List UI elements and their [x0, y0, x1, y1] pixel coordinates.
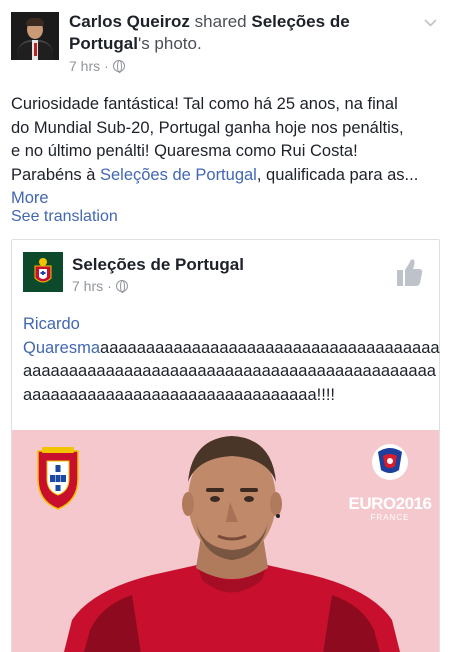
post-text: Curiosidade fantástica! Tal como há 25 a… [11, 93, 441, 211]
shared-post-card[interactable]: Seleções de Portugal 7 hrs · Ricardo Quar… [11, 239, 440, 652]
post-action-suffix: 's photo. [137, 34, 202, 53]
author-name[interactable]: Carlos Queiroz [69, 12, 190, 31]
player-mention-link[interactable]: Ricardo Quaresma [23, 315, 100, 357]
shared-post-text: Ricardo Quaresmaaaaaaaaaaaaaaaaaaaaaaaaaa… [23, 315, 440, 404]
euro-2016-logo-text: EURO2016 [348, 494, 432, 513]
post-timestamp[interactable]: 7 hrs [69, 58, 100, 74]
chevron-down-icon[interactable] [424, 16, 437, 29]
shared-page-avatar[interactable] [23, 252, 63, 292]
shared-page-name[interactable]: Seleções de Portugal [72, 255, 244, 275]
thumbs-up-icon[interactable] [393, 256, 425, 288]
euro-2016-logo-subtext: FRANCE [370, 513, 410, 522]
post-action: shared [194, 12, 247, 31]
post-header-text: Carlos Queiroz shared Seleções de Portug… [69, 11, 409, 55]
globe-icon [112, 60, 125, 73]
globe-icon [115, 280, 128, 293]
post-header: Carlos Queiroz shared Seleções de Portug… [0, 0, 450, 86]
author-avatar[interactable] [11, 12, 59, 60]
see-more-link[interactable]: More [11, 187, 441, 211]
page-mention-link[interactable]: Seleções de Portugal [100, 166, 257, 184]
see-translation-link[interactable]: See translation [11, 208, 118, 226]
shared-post-meta: 7 hrs · [72, 278, 128, 294]
post-meta: 7 hrs · [69, 58, 125, 74]
shared-post-timestamp[interactable]: 7 hrs [72, 278, 103, 294]
shared-photo[interactable]: EURO2016 FRANCE [12, 430, 439, 652]
